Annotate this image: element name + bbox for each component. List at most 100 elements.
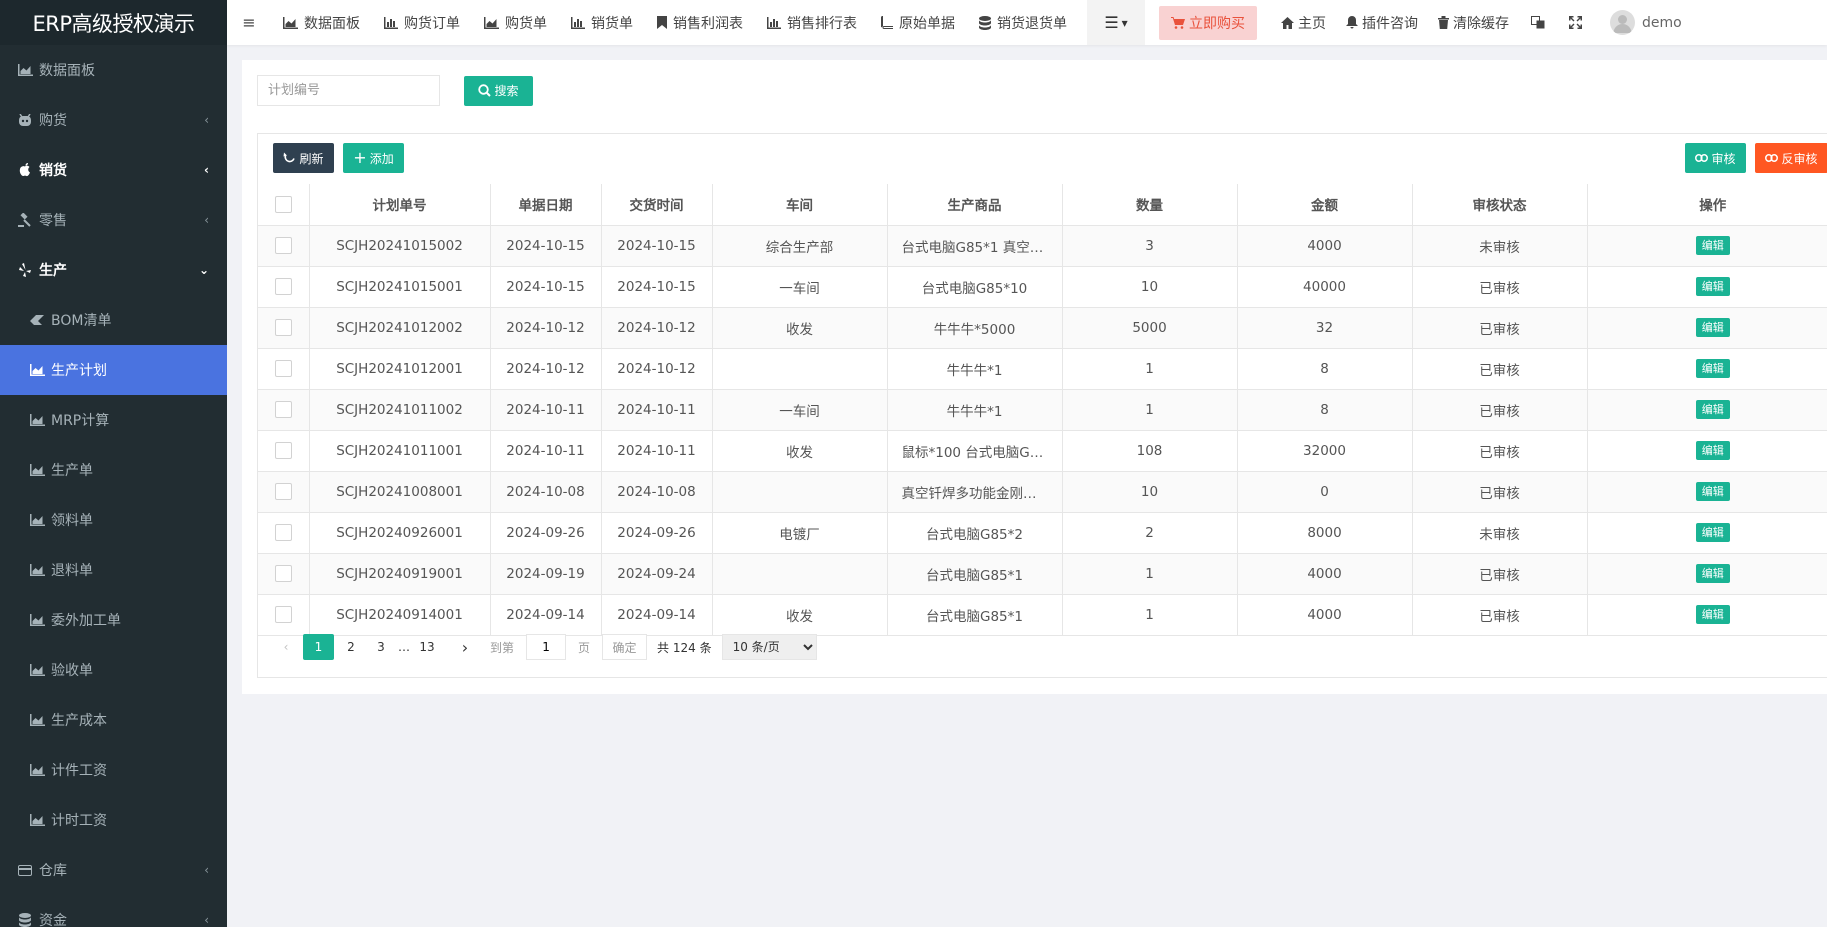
edit-button[interactable]: 编辑 [1695,277,1730,296]
top-link-sales[interactable]: 销货单 [559,0,645,45]
column-header[interactable]: 计划单号 [308,184,491,226]
sidebar-subitem-label: 生产计划 [51,363,107,379]
app-logo[interactable]: ERP高级授权演示 [0,0,227,45]
edit-button[interactable]: 编辑 [1695,236,1730,255]
page-button-last[interactable]: 13 [414,634,440,660]
table-cell: 2024-10-15 [489,224,602,267]
search-button[interactable]: 搜索 [464,75,533,106]
edit-button[interactable]: 编辑 [1695,400,1730,419]
fullscreen-icon[interactable] [1557,0,1594,45]
row-checkbox[interactable] [274,319,292,336]
sidebar-subitem-acceptance[interactable]: 验收单 [0,645,227,695]
top-link-sales-return[interactable]: 销货退货单 [967,0,1079,45]
audit-button[interactable]: 审核 [1685,143,1746,173]
top-link-dashboard[interactable]: 数据面板 [271,0,372,45]
edit-button[interactable]: 编辑 [1695,359,1730,378]
row-checkbox[interactable] [274,442,292,459]
refresh-button[interactable]: 刷新 [273,143,334,173]
sidebar-subitem-production-cost[interactable]: 生产成本 [0,695,227,745]
sidebar-item-warehouse[interactable]: 仓库 ‹ [0,845,227,895]
table-row[interactable]: SCJH20241011002 2024-10-11 2024-10-11 一车间 牛牛… [258,388,1827,431]
more-menu-dropdown[interactable]: ☰ ▾ [1087,0,1145,45]
page-button-3[interactable]: 3 [368,634,394,660]
clear-cache-link[interactable]: 清除缓存 [1428,0,1519,45]
top-link-label: 购货单 [505,15,547,32]
top-link-original-docs[interactable]: 原始单据 [869,0,967,45]
column-header[interactable]: 生产商品 [886,184,1063,226]
table-row[interactable]: SCJH20241015002 2024-10-15 2024-10-15 综合生产部… [258,224,1827,267]
column-header[interactable]: 审核状态 [1411,184,1588,226]
page-button-1[interactable]: 1 [303,634,334,660]
row-checkbox[interactable] [274,360,292,377]
edit-button[interactable]: 编辑 [1695,564,1730,583]
column-header[interactable]: 交货时间 [600,184,713,226]
top-link-purchase-order[interactable]: 购货订单 [372,0,472,45]
select-all-checkbox[interactable] [274,195,292,213]
table-row[interactable]: SCJH20240919001 2024-09-19 2024-09-24 台式电脑G… [258,552,1827,595]
language-toggle-icon[interactable] [1519,0,1557,45]
sidebar-subitem-material-return[interactable]: 退料单 [0,545,227,595]
sidebar-subitem-material-requisition[interactable]: 领料单 [0,495,227,545]
sidebar-item-production[interactable]: 生产 ⌄ [0,245,227,295]
user-menu[interactable]: demo [1594,0,1692,45]
row-checkbox[interactable] [274,565,292,582]
home-link[interactable]: 主页 [1271,0,1336,45]
goto-page-input[interactable] [526,634,567,660]
row-checkbox[interactable] [274,278,292,295]
table-row[interactable]: SCJH20241015001 2024-10-15 2024-10-15 一车间 台式… [258,265,1827,308]
sidebar-item-funds[interactable]: 资金 ‹ [0,895,227,927]
edit-button[interactable]: 编辑 [1695,523,1730,542]
buy-now-button[interactable]: 立即购买 [1159,5,1257,40]
sidebar-item-purchase[interactable]: 购货 ‹ [0,95,227,145]
table-row[interactable]: SCJH20241008001 2024-10-08 2024-10-08 真空钎焊多… [258,470,1827,513]
table-row[interactable]: SCJH20241012001 2024-10-12 2024-10-12 牛牛牛*1… [258,347,1827,390]
table-cell: 1 [1061,347,1238,390]
plan-number-search-input[interactable] [257,75,440,106]
sidebar-subitem-bom[interactable]: BOM清单 [0,295,227,345]
edit-button[interactable]: 编辑 [1695,441,1730,460]
table-row[interactable]: SCJH20240926001 2024-09-26 2024-09-26 电镀厂 台式… [258,511,1827,554]
edit-button[interactable]: 编辑 [1695,482,1730,501]
goto-confirm-button[interactable]: 确定 [602,634,648,660]
top-link-sales-ranking[interactable]: 销售排行表 [755,0,869,45]
sidebar-subitem-piece-wage[interactable]: 计件工资 [0,745,227,795]
add-button[interactable]: + 添加 [343,143,404,173]
row-checkbox[interactable] [274,524,292,541]
sidebar-subitem-mrp[interactable]: MRP计算 [0,395,227,445]
edit-button[interactable]: 编辑 [1695,318,1730,337]
sidebar: ERP高级授权演示 数据面板 购货 ‹ 销货 ‹ 零售 ‹ 生产 ⌄ BOM清单… [0,0,227,927]
sidebar-subitem-outsourcing[interactable]: 委外加工单 [0,595,227,645]
top-link-purchase[interactable]: 购货单 [472,0,559,45]
table-cell: 鼠标*100 台式电脑G85*8 [886,429,1063,472]
sidebar-item-sales[interactable]: 销货 ‹ [0,145,227,195]
sidebar-item-dashboard[interactable]: 数据面板 [0,45,227,95]
page-size-select[interactable]: 10 条/页 [721,634,817,660]
sidebar-subitem-production-plan[interactable]: 生产计划 [0,345,227,395]
unaudit-button[interactable]: 反审核 [1755,143,1827,173]
table-cell: 2024-10-11 [489,429,602,472]
column-header[interactable]: 操作 [1586,184,1827,226]
table-row[interactable]: SCJH20241012002 2024-10-12 2024-10-12 收发 牛牛牛… [258,306,1827,349]
column-header[interactable]: 车间 [711,184,888,226]
column-header[interactable]: 金额 [1236,184,1413,226]
column-header[interactable]: 单据日期 [489,184,602,226]
page-button-2[interactable]: 2 [338,634,364,660]
prev-page-icon[interactable]: ‹ [273,634,299,660]
column-header[interactable]: 数量 [1061,184,1238,226]
sidebar-item-retail[interactable]: 零售 ‹ [0,195,227,245]
sidebar-subitem-time-wage[interactable]: 计时工资 [0,795,227,845]
link-icon [1695,154,1709,162]
next-page-icon[interactable]: › [452,634,478,660]
row-checkbox-cell [258,552,310,595]
top-link-label: 销货单 [591,15,633,32]
row-checkbox[interactable] [274,483,292,500]
row-checkbox[interactable] [274,237,292,254]
table-row[interactable]: SCJH20241011001 2024-10-11 2024-10-11 收发 鼠标*… [258,429,1827,472]
top-link-sales-profit[interactable]: 销售利润表 [645,0,755,45]
sidebar-subitem-production-order[interactable]: 生产单 [0,445,227,495]
plugin-consult-link[interactable]: 插件咨询 [1336,0,1428,45]
sidebar-item-label: 销货 [39,163,67,179]
table-cell: SCJH20241011001 [308,429,491,472]
menu-toggle-icon[interactable]: ≡ [227,0,271,45]
row-checkbox[interactable] [274,401,292,418]
